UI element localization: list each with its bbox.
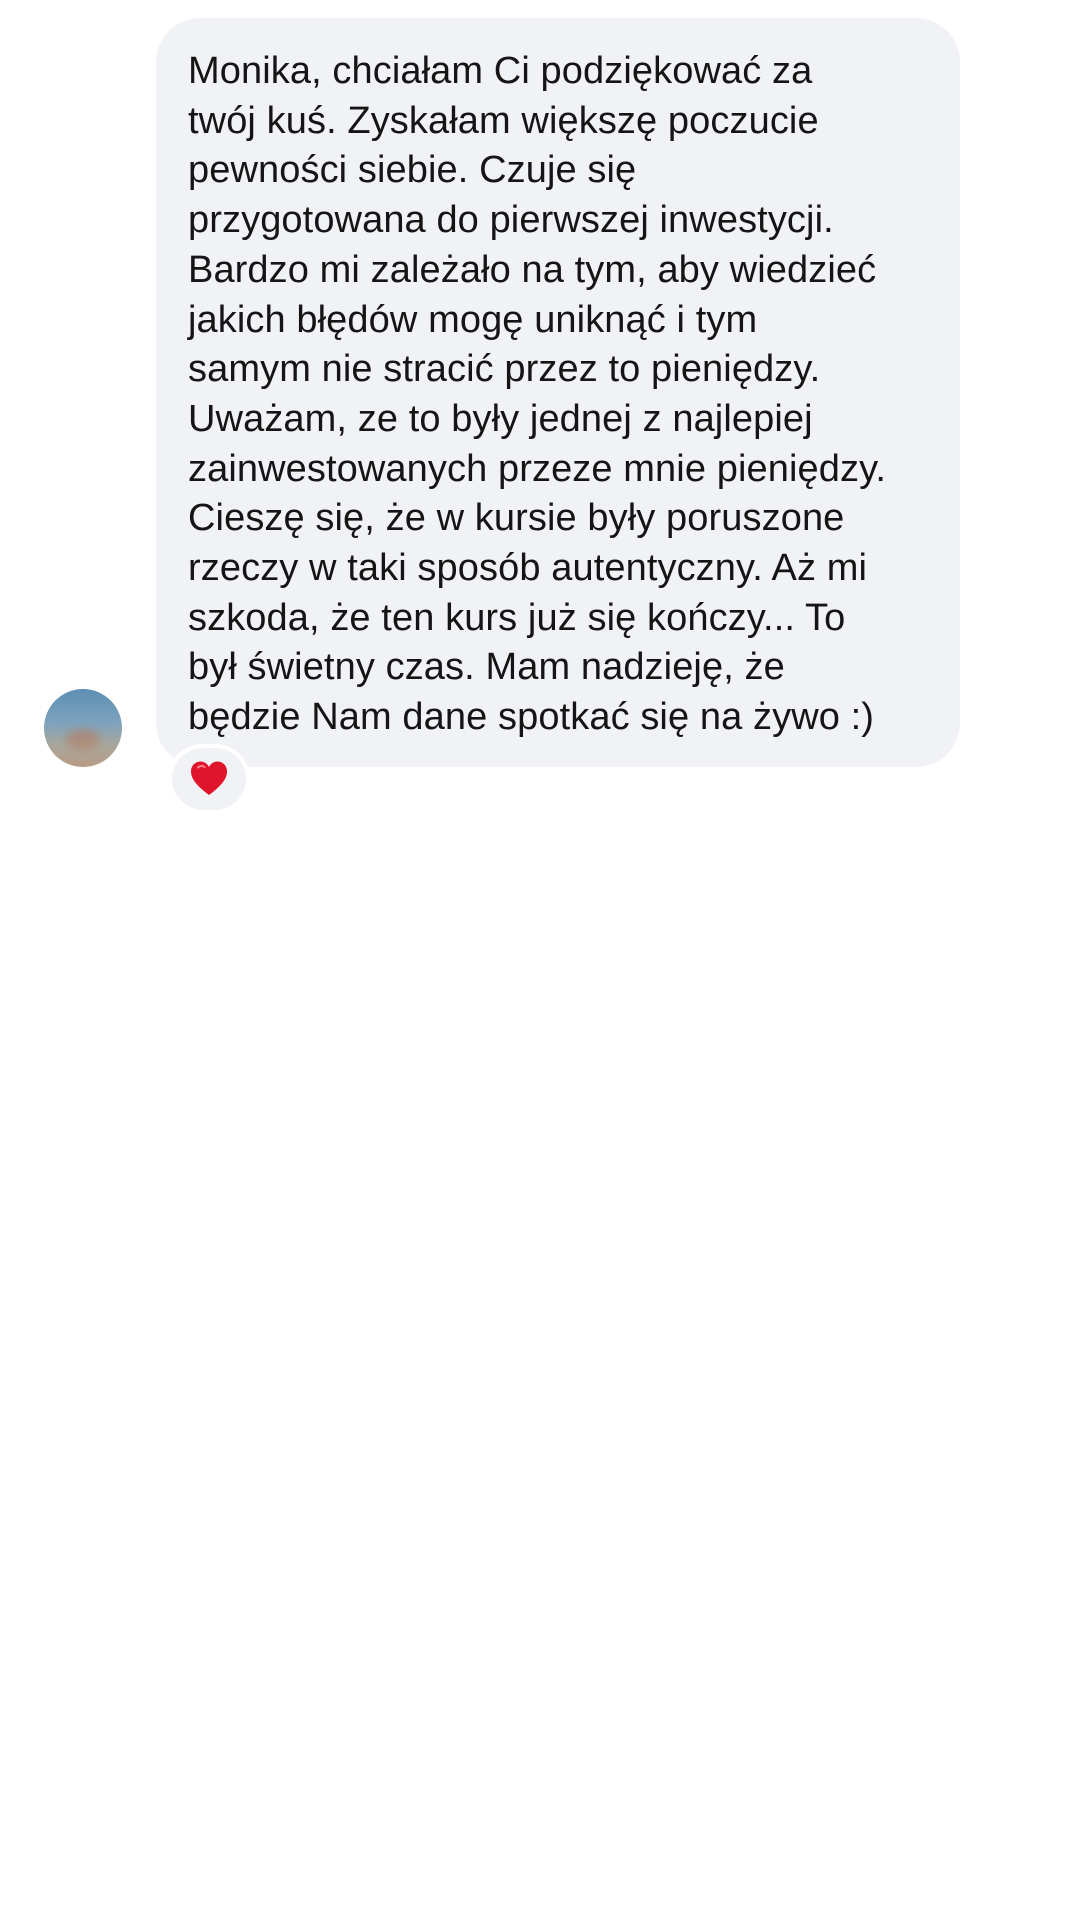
message-text: Monika, chciałam Ci podziękować za twój … [188,50,887,739]
heart-icon [191,761,227,795]
sender-avatar[interactable] [44,689,122,767]
reaction-badge[interactable] [168,744,250,814]
message-thread: Monika, chciałam Ci podziękować za twój … [0,0,1080,1920]
message-bubble[interactable]: Monika, chciałam Ci podziękować za twój … [156,18,960,767]
